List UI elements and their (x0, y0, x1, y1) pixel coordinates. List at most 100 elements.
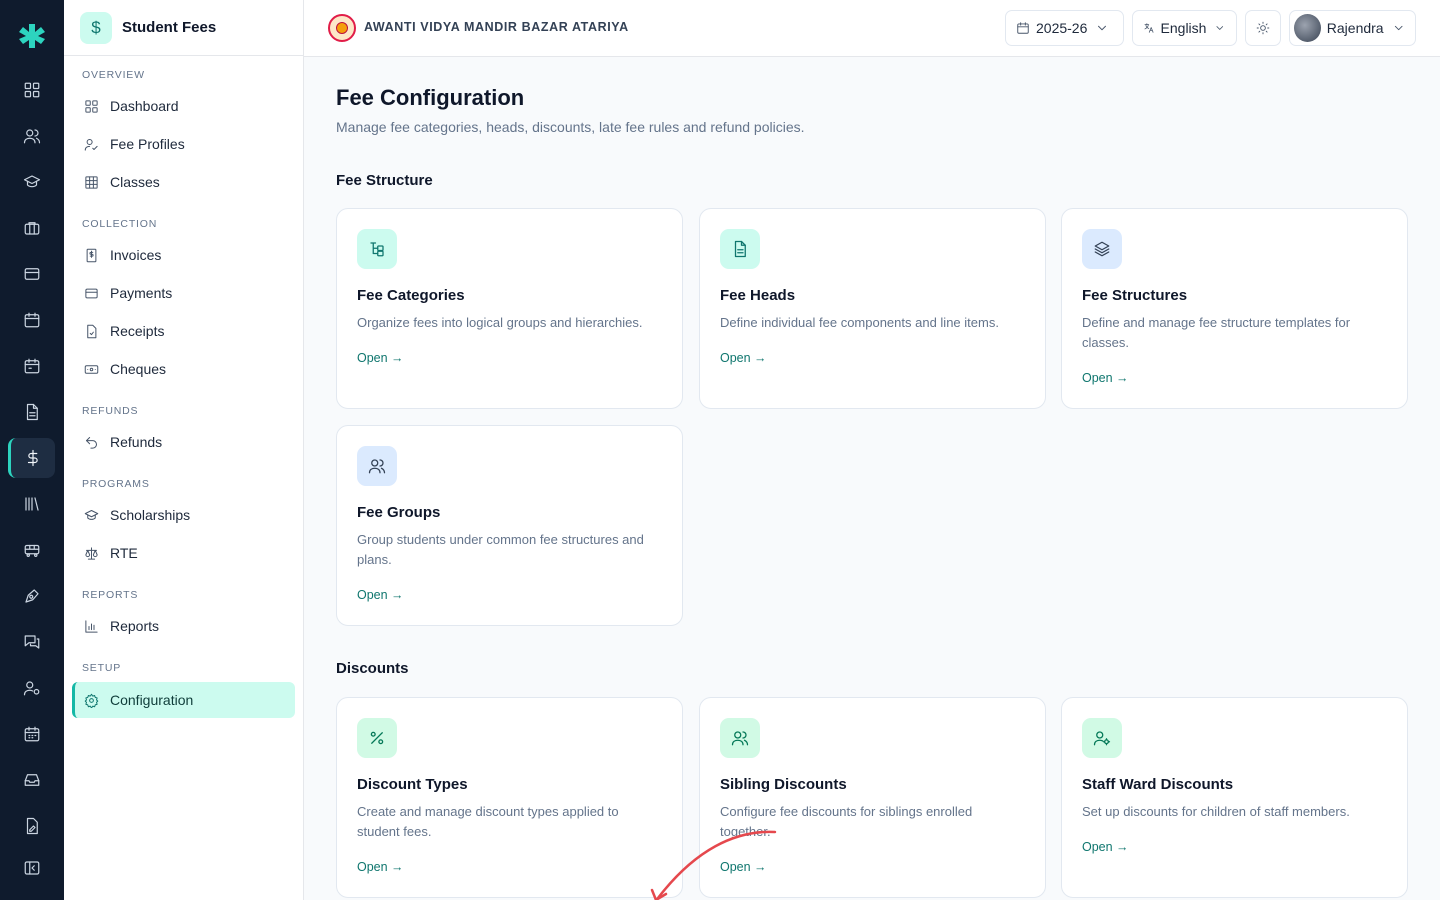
user-name: Rajendra (1326, 20, 1384, 36)
gear-icon (84, 693, 99, 708)
open-link[interactable]: Open → (1082, 840, 1129, 854)
sidebar-item-label: RTE (110, 545, 138, 561)
school-logo-icon (328, 14, 356, 42)
document-icon (720, 229, 760, 269)
card-description: Define and manage fee structure template… (1082, 315, 1351, 350)
section-collection: Collection (82, 218, 158, 230)
dollar-icon: $ (80, 11, 112, 44)
sidebar-item-configuration[interactable]: Configuration (72, 682, 295, 718)
academic-year-select[interactable]: 2025-26 (1005, 10, 1124, 46)
sidebar-item-classes[interactable]: Classes (72, 164, 295, 200)
app-logo-icon[interactable] (17, 22, 47, 52)
card-fee-groups[interactable]: Fee Groups Group students under common f… (336, 425, 683, 626)
rail-dashboard-icon[interactable] (12, 70, 52, 110)
table-icon (85, 175, 98, 189)
rail-schedule-icon[interactable] (12, 346, 52, 386)
rail-bus-icon[interactable] (12, 530, 52, 570)
card-description: Define individual fee components and lin… (720, 315, 999, 330)
sidebar-item-receipts[interactable]: Receipts (72, 313, 295, 349)
rail-library-icon[interactable] (12, 484, 52, 524)
rail-briefcase-icon[interactable] (12, 208, 52, 248)
chevron-down-icon (1098, 25, 1107, 31)
main-content: Fee Configuration Manage fee categories,… (304, 57, 1440, 900)
calendar-icon (1017, 22, 1029, 34)
rail-user-settings-icon[interactable] (12, 668, 52, 708)
section-refunds: Refunds (82, 405, 139, 417)
sidebar-item-payments[interactable]: Payments (72, 275, 295, 311)
card-staff-ward-discounts[interactable]: Staff Ward Discounts Set up discounts fo… (1061, 697, 1408, 898)
open-link[interactable]: Open → (357, 860, 404, 874)
card-fee-heads[interactable]: Fee Heads Define individual fee componen… (699, 208, 1046, 409)
bar-chart-icon (85, 619, 98, 633)
sidebar: $ Student Fees Overview Dashboard Fee Pr… (64, 0, 304, 900)
sidebar-item-label: Dashboard (110, 98, 179, 114)
open-link[interactable]: Open → (720, 351, 767, 365)
rail-fees-icon[interactable] (8, 438, 55, 478)
sidebar-item-label: Classes (110, 174, 160, 190)
layers-icon (1082, 229, 1122, 269)
rail-inbox-icon[interactable] (12, 760, 52, 800)
card-description: Set up discounts for children of staff m… (1082, 804, 1350, 819)
rail-file-edit-icon[interactable] (12, 806, 52, 846)
rail-card-icon[interactable] (12, 254, 52, 294)
page-subtitle: Manage fee categories, heads, discounts,… (336, 119, 805, 135)
rail-document-icon[interactable] (12, 392, 52, 432)
topbar: AWANTI VIDYA MANDIR BAZAR ATARIYA 2025-2… (304, 0, 1440, 57)
open-link[interactable]: Open → (357, 351, 404, 365)
section-title-discounts: Discounts (336, 660, 409, 677)
section-setup: Setup (82, 662, 122, 674)
chevron-down-icon (1394, 25, 1403, 31)
sidebar-item-label: Scholarships (110, 507, 191, 523)
sidebar-item-reports[interactable]: Reports (72, 608, 295, 644)
open-link[interactable]: Open → (1082, 371, 1129, 385)
sidebar-item-cheques[interactable]: Cheques (72, 351, 295, 387)
sidebar-item-scholarships[interactable]: Scholarships (72, 497, 295, 533)
scale-icon (85, 546, 98, 560)
graduation-cap-icon (84, 509, 99, 520)
sun-icon (1256, 21, 1270, 35)
sidebar-item-fee-profiles[interactable]: Fee Profiles (72, 126, 295, 162)
card-description: Organize fees into logical groups and hi… (357, 315, 643, 330)
school-name: AWANTI VIDYA MANDIR BAZAR ATARIYA (364, 20, 629, 34)
rail-collapse-icon[interactable] (12, 848, 52, 888)
open-link[interactable]: Open → (357, 588, 404, 602)
card-discount-types[interactable]: Discount Types Create and manage discoun… (336, 697, 683, 898)
card-title: Fee Heads (720, 287, 796, 304)
theme-toggle-button[interactable] (1245, 10, 1281, 46)
sidebar-item-invoices[interactable]: Invoices (72, 237, 295, 273)
sidebar-header: $ Student Fees (64, 0, 303, 56)
language-select[interactable]: English (1132, 10, 1237, 46)
academic-year-value: 2025-26 (1036, 20, 1088, 36)
sidebar-item-label: Configuration (110, 692, 194, 708)
cheque-icon (84, 364, 99, 374)
card-title: Staff Ward Discounts (1082, 776, 1234, 793)
page-title: Fee Configuration (336, 85, 525, 110)
card-icon (85, 288, 98, 298)
section-title-fee-structure: Fee Structure (336, 172, 433, 189)
rail-calendar-grid-icon[interactable] (12, 714, 52, 754)
rail-calendar-icon[interactable] (12, 300, 52, 340)
grid-icon (85, 99, 98, 113)
rail-users-icon[interactable] (12, 116, 52, 156)
sidebar-item-label: Payments (110, 285, 173, 301)
rail-messages-icon[interactable] (12, 622, 52, 662)
card-title: Discount Types (357, 776, 468, 793)
card-description: Create and manage discount types applied… (357, 804, 619, 839)
sidebar-item-dashboard[interactable]: Dashboard (72, 88, 295, 124)
card-fee-categories[interactable]: Fee Categories Organize fees into logica… (336, 208, 683, 409)
user-menu-button[interactable]: Rajendra (1289, 10, 1416, 46)
card-fee-structures[interactable]: Fee Structures Define and manage fee str… (1061, 208, 1408, 409)
sidebar-item-label: Invoices (110, 247, 162, 263)
card-description: Group students under common fee structur… (357, 532, 644, 567)
sidebar-item-refunds[interactable]: Refunds (72, 424, 295, 460)
users-icon (720, 718, 760, 758)
section-overview: Overview (82, 69, 145, 81)
receipt-icon (87, 324, 97, 338)
rail-academics-icon[interactable] (12, 162, 52, 202)
sidebar-item-label: Fee Profiles (110, 136, 185, 152)
annotation-arrow-icon (650, 830, 777, 900)
translate-icon (1144, 23, 1154, 33)
rail-pen-icon[interactable] (12, 576, 52, 616)
sidebar-title: Student Fees (122, 19, 217, 36)
sidebar-item-rte[interactable]: RTE (72, 535, 295, 571)
